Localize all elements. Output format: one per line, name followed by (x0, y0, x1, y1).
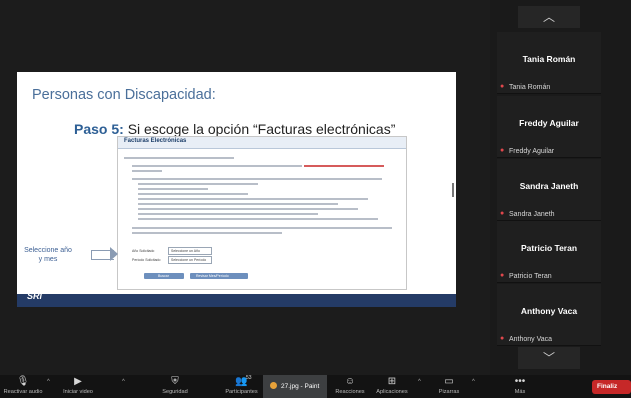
participant-label: Tania Román (509, 84, 551, 91)
period-select: Seleccione un Período (168, 256, 212, 264)
participant-tile[interactable]: Freddy Aguilar ● Freddy Aguilar (497, 96, 601, 158)
participants-count: 53 (246, 375, 252, 381)
end-meeting-button[interactable]: Finaliz (592, 380, 631, 394)
apps-options-caret-icon[interactable]: ^ (418, 379, 421, 385)
doc-text-line (138, 218, 378, 220)
reactions-icon: ☺ (344, 376, 356, 387)
doc-text-line (132, 227, 392, 229)
paint-app-icon (270, 382, 277, 389)
unmute-button[interactable]: 🎙 Reactivar audio (0, 375, 46, 398)
participant-tile[interactable]: Anthony Vaca ● Anthony Vaca (497, 284, 601, 346)
mic-muted-icon: ● (500, 147, 505, 154)
shield-icon: ⛨ (171, 376, 179, 387)
doc-text-line (132, 178, 382, 180)
mic-muted-icon: ● (500, 83, 505, 90)
participants-icon: 👥 (235, 376, 248, 387)
chevron-up-icon: ︿ (542, 10, 555, 24)
doc-text-line (138, 203, 338, 205)
participant-label: Patricio Teran (509, 273, 552, 280)
participant-label: Sandra Janeth (509, 211, 555, 218)
year-select: Seleccione un Año (168, 247, 212, 255)
participant-tile[interactable]: Tania Román ● Tania Román (497, 32, 601, 94)
apps-icon: ⊞ (387, 376, 397, 387)
sri-logo: SRi (27, 291, 43, 301)
participant-name: Freddy Aguilar (519, 118, 579, 128)
whiteboard-options-caret-icon[interactable]: ^ (472, 379, 475, 385)
doc-label-year: Año Solicitado (132, 249, 155, 253)
slide-step: Paso 5: Si escoge la opción “Facturas el… (74, 121, 395, 137)
side-annotation: Seleccione año y mes (24, 247, 72, 263)
participant-tile[interactable]: Patricio Teran ● Patricio Teran (497, 221, 601, 283)
participant-tile[interactable]: Sandra Janeth ● Sandra Janeth (497, 159, 601, 221)
step-number: Paso 5: (74, 121, 124, 137)
whiteboards-button[interactable]: ▭ Pizarras (430, 375, 468, 398)
gallery-scroll-down-button[interactable]: ﹀ (518, 347, 580, 369)
slide-footer: SRi (17, 291, 456, 307)
doc-title: Facturas Electrónicas (124, 138, 187, 144)
more-icon: ••• (514, 376, 526, 387)
presentation-slide: Personas con Discapacidad: Paso 5: Si es… (17, 72, 456, 307)
participant-name: Patricio Teran (520, 243, 578, 253)
doc-text-line (132, 165, 302, 167)
participant-name: Anthony Vaca (520, 306, 578, 316)
doc-text-line (124, 157, 234, 159)
mic-muted-icon: ● (500, 272, 505, 279)
doc-text-line (132, 170, 162, 172)
chevron-down-icon: ﹀ (542, 351, 555, 365)
gallery-scroll-up-button[interactable]: ︿ (518, 6, 580, 28)
doc-text-line (138, 183, 258, 185)
participants-button[interactable]: 👥 Participantes (214, 375, 269, 398)
participant-name: Tania Román (522, 54, 576, 64)
embedded-form-screenshot: Facturas Electrónicas Año Solicitado Sel… (117, 136, 407, 290)
doc-label-period: Período Solicitado (132, 258, 161, 262)
participant-label: Anthony Vaca (509, 336, 553, 343)
video-off-icon: ▶ (74, 376, 82, 387)
slide-title: Personas con Discapacidad: (32, 87, 216, 103)
split-view-handle[interactable] (452, 183, 454, 197)
search-button-image: Buscar (144, 273, 184, 279)
paint-window-tab[interactable]: 27.jpg - Paint (263, 375, 327, 398)
mic-muted-icon: ● (500, 210, 505, 217)
mic-muted-icon: ● (500, 335, 505, 342)
reactions-button[interactable]: ☺ Reacciones (330, 375, 370, 398)
security-button[interactable]: ⛨ Seguridad (150, 375, 200, 398)
arrow-head-icon (110, 247, 118, 261)
doc-link-line (304, 165, 384, 167)
doc-text-line (138, 193, 248, 195)
whiteboard-icon: ▭ (444, 376, 454, 387)
shared-screen-area: Personas con Discapacidad: Paso 5: Si es… (0, 0, 490, 375)
mic-muted-icon: 🎙 (16, 376, 30, 387)
start-video-button[interactable]: ▶ Iniciar video (53, 375, 103, 398)
doc-text-line (138, 208, 358, 210)
review-button-image: Revisar Mes/Período (190, 273, 248, 279)
doc-text-line (138, 213, 318, 215)
doc-header: Facturas Electrónicas (118, 137, 406, 149)
step-text: Si escoge la opción “Facturas electrónic… (123, 121, 396, 137)
doc-text-line (132, 232, 282, 234)
doc-text-line (138, 188, 208, 190)
meeting-toolbar: 🎙 Reactivar audio ^ ▶ Iniciar video ^ ⛨ … (0, 375, 631, 398)
participant-label: Freddy Aguilar (509, 148, 555, 155)
video-options-caret-icon[interactable]: ^ (122, 379, 125, 385)
more-button[interactable]: ••• Más (500, 375, 540, 398)
audio-options-caret-icon[interactable]: ^ (47, 379, 50, 385)
doc-text-line (138, 198, 368, 200)
participant-name: Sandra Janeth (519, 181, 579, 191)
apps-button[interactable]: ⊞ Aplicaciones (370, 375, 414, 398)
